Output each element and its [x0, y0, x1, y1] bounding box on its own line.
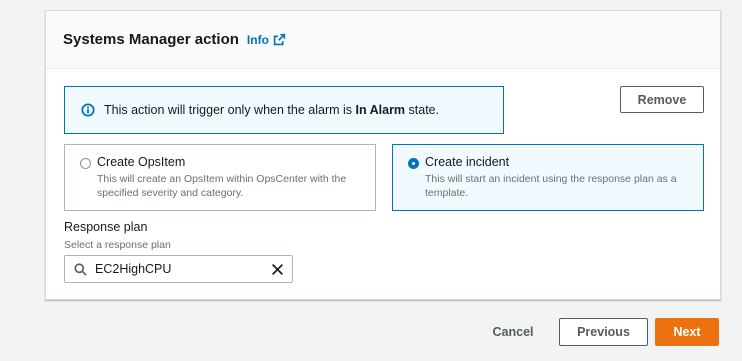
systems-manager-action-panel: Systems Manager action Info This action … — [45, 10, 721, 300]
external-link-icon — [273, 33, 286, 46]
alert-text: This action will trigger only when the a… — [104, 103, 440, 117]
create-opsitem-radio[interactable] — [80, 158, 91, 169]
create-opsitem-option[interactable]: Create OpsItem This will create an OpsIt… — [64, 144, 376, 211]
previous-button[interactable]: Previous — [559, 318, 648, 346]
cancel-button[interactable]: Cancel — [482, 318, 544, 346]
create-incident-option[interactable]: Create incident This will start an incid… — [392, 144, 704, 211]
info-alert: This action will trigger only when the a… — [64, 86, 504, 134]
remove-button[interactable]: Remove — [620, 86, 704, 113]
clear-icon[interactable] — [271, 263, 284, 276]
response-plan-label: Response plan — [64, 220, 148, 234]
alarm-state-text: In Alarm — [355, 103, 406, 117]
next-button[interactable]: Next — [655, 318, 719, 346]
response-plan-input[interactable] — [95, 262, 255, 276]
option-title: Create OpsItem — [97, 155, 186, 169]
panel-title: Systems Manager action — [63, 31, 239, 48]
search-icon — [74, 262, 87, 276]
response-plan-select[interactable] — [64, 255, 293, 283]
info-link[interactable]: Info — [247, 33, 286, 47]
panel-header: Systems Manager action Info — [46, 11, 720, 69]
option-description: This will start an incident using the re… — [425, 173, 677, 199]
response-plan-description: Select a response plan — [64, 239, 171, 251]
info-link-label: Info — [246, 32, 269, 47]
info-icon — [81, 103, 95, 117]
option-description: This will create an OpsItem within OpsCe… — [97, 173, 347, 199]
option-title: Create incident — [425, 155, 510, 169]
create-incident-radio[interactable] — [408, 158, 419, 169]
